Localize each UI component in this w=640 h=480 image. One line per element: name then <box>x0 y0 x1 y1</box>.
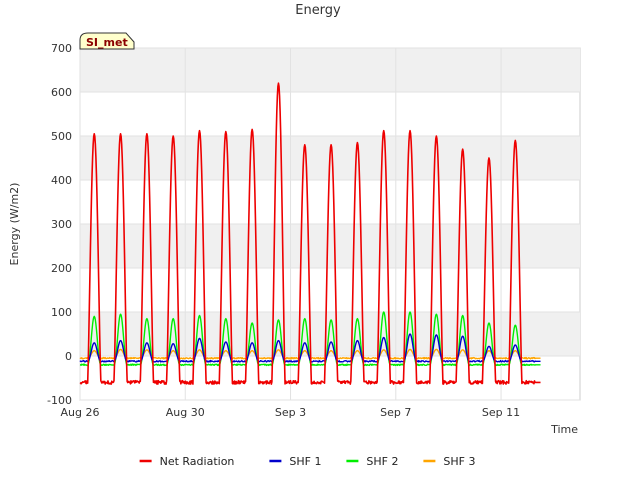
x-tick-label: Sep 7 <box>380 406 411 419</box>
x-ticks: Aug 26 Aug 30 Sep 3 Sep 7 Sep 11 <box>61 406 521 419</box>
y-tick-label: 700 <box>51 42 72 55</box>
chart-title: Energy <box>295 3 341 18</box>
chart-svg: Energy -1000100200300400500600700 Aug 26… <box>8 3 581 468</box>
legend-label: SHF 3 <box>443 455 475 468</box>
x-tick-label: Aug 26 <box>61 406 100 419</box>
legend-label: SHF 2 <box>366 455 398 468</box>
y-ticks: -1000100200300400500600700 <box>47 42 72 407</box>
legend-item: SHF 2 <box>346 455 398 468</box>
x-tick-label: Aug 30 <box>166 406 205 419</box>
y-tick-label: 200 <box>51 262 72 275</box>
y-tick-label: 600 <box>51 86 72 99</box>
legend-item: SHF 1 <box>269 455 321 468</box>
grid-band <box>80 224 580 268</box>
y-tick-label: 300 <box>51 218 72 231</box>
legend-label: SHF 1 <box>289 455 321 468</box>
y-tick-label: 0 <box>65 350 72 363</box>
site-label-box: SI_met <box>79 32 135 50</box>
x-tick-label: Sep 11 <box>482 406 520 419</box>
y-tick-label: 400 <box>51 174 72 187</box>
x-tick-label: Sep 3 <box>275 406 306 419</box>
y-tick-label: 500 <box>51 130 72 143</box>
legend-label: Net Radiation <box>160 455 235 468</box>
legend: Net Radiation SHF 1 SHF 2 SHF 3 <box>139 455 475 468</box>
y-axis-title: Energy (W/m2) <box>8 183 21 266</box>
legend-item: SHF 3 <box>423 455 475 468</box>
x-axis-title: Time <box>550 423 578 436</box>
grid-band <box>80 48 580 92</box>
site-label-text: SI_met <box>86 36 128 49</box>
grid-band <box>80 312 580 356</box>
legend-item: Net Radiation <box>139 455 235 468</box>
energy-chart: Energy -100 0 100 200 300 400 500 600 700 Aug 26… <box>0 0 640 480</box>
y-tick-label: 100 <box>51 306 72 319</box>
